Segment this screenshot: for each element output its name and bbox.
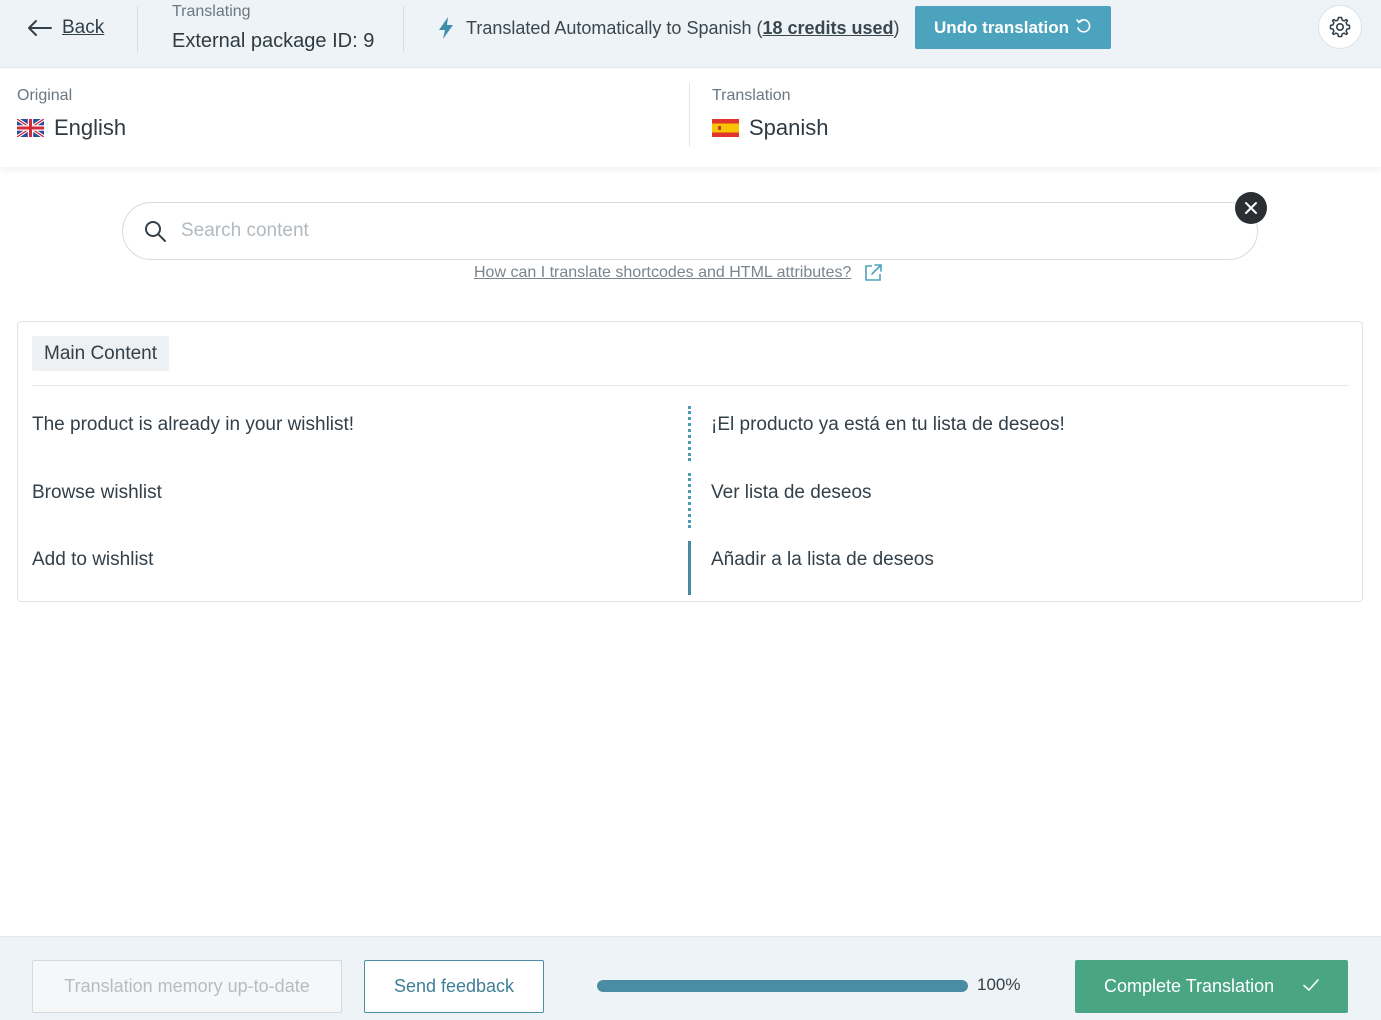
complete-label: Complete Translation — [1104, 976, 1275, 996]
help-link-label: How can I translate shortcodes and HTML … — [474, 264, 852, 281]
back-button[interactable]: Back — [26, 14, 104, 42]
close-icon — [1245, 202, 1257, 214]
progress-fill — [597, 980, 968, 992]
divider — [403, 6, 404, 52]
package-info: Translating External package ID: 9 — [172, 2, 374, 56]
automatic-translation-marker — [688, 406, 691, 461]
original-string[interactable]: The product is already in your wishlist! — [32, 414, 354, 436]
search-input[interactable] — [181, 220, 1181, 242]
progress-bar — [597, 980, 968, 992]
package-name: External package ID: 9 — [172, 30, 375, 52]
undo-icon — [1076, 19, 1091, 33]
send-feedback-button[interactable]: Send feedback — [364, 960, 544, 1013]
progress-percentage: 100% — [977, 975, 1021, 994]
translated-string[interactable]: ¡El producto ya está en tu lista de dese… — [711, 414, 1065, 436]
auto-text: Translated Automatically to Spanish ( — [466, 17, 763, 38]
undo-label: Undo translation — [934, 17, 1070, 37]
auto-text-end: ) — [893, 17, 900, 38]
original-string[interactable]: Browse wishlist — [32, 482, 162, 504]
lightning-icon — [439, 17, 453, 39]
gear-icon — [1329, 16, 1351, 38]
original-language: Original English — [17, 87, 126, 141]
shortcodes-help-link[interactable]: How can I translate shortcodes and HTML … — [474, 262, 883, 284]
auto-translate-status: Translated Automatically to Spanish ( 18… — [436, 14, 900, 42]
spain-flag-icon — [712, 119, 739, 137]
translated-string[interactable]: Ver lista de deseos — [711, 482, 872, 504]
original-label: Original — [17, 87, 73, 104]
language-bar: Original English Translation Spanish — [0, 69, 1381, 167]
uk-flag-icon — [17, 119, 44, 137]
translated-string[interactable]: Añadir a la lista de deseos — [711, 549, 934, 571]
undo-translation-button[interactable]: Undo translation — [915, 6, 1111, 49]
search-icon — [145, 221, 166, 242]
section-tag: Main Content — [32, 336, 170, 371]
translation-language: Translation Spanish — [712, 87, 829, 141]
complete-translation-button[interactable]: Complete Translation — [1075, 960, 1348, 1013]
credits-used: 18 credits used — [762, 17, 894, 38]
top-bar: Back Translating External package ID: 9 … — [0, 0, 1381, 68]
package-label: Translating — [172, 3, 251, 20]
divider — [137, 6, 138, 52]
automatic-translation-marker — [688, 473, 691, 528]
translation-language-name: Spanish — [749, 115, 829, 140]
translation-memory-button: Translation memory up-to-date — [32, 960, 342, 1013]
arrow-left-icon — [28, 20, 52, 36]
back-label: Back — [62, 17, 105, 38]
original-language-name: English — [54, 115, 127, 140]
divider — [689, 83, 690, 147]
external-link-icon — [865, 264, 883, 281]
clear-search-button[interactable] — [1235, 192, 1267, 224]
complete-translation-marker — [688, 541, 691, 595]
original-string[interactable]: Add to wishlist — [32, 549, 153, 571]
footer-bar: Translation memory up-to-date Send feedb… — [0, 936, 1381, 1020]
search-box — [122, 202, 1258, 260]
translation-label: Translation — [712, 87, 791, 104]
settings-button[interactable] — [1318, 5, 1362, 49]
check-icon — [1303, 979, 1319, 991]
divider — [32, 385, 1349, 386]
content-panel: Main Content The product is already in y… — [17, 321, 1363, 602]
